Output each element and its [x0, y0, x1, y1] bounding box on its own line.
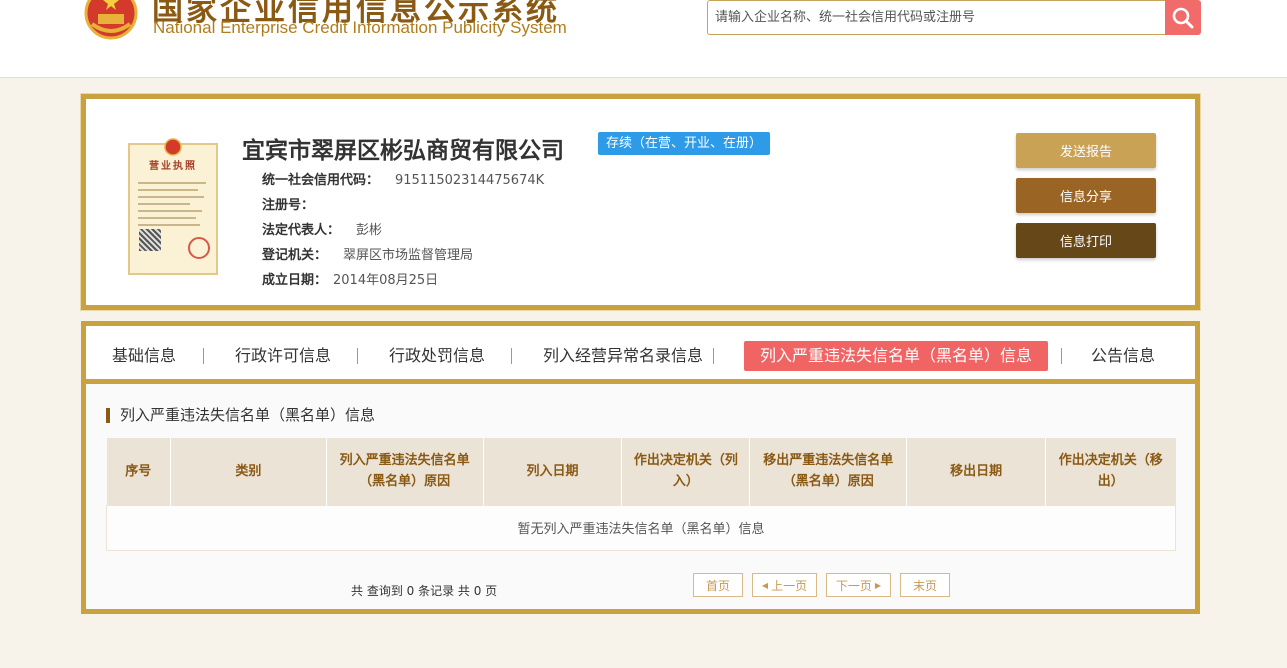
company-info-panel: 营业执照 宜宾市翠屏区彬弘商贸有限公司 存续（在营、开业、在册） 统一社会信用代…: [81, 94, 1200, 310]
tab-divider: [511, 348, 512, 364]
license-qr-code: [139, 229, 161, 251]
blacklist-section: 列入严重违法失信名单（黑名单）信息 序号 类别 列入严重违法失信名单（黑名单）原…: [86, 384, 1195, 609]
col-list-reason: 列入严重违法失信名单（黑名单）原因: [326, 438, 484, 505]
site-header: 国家企业信用信息公示系统 National Enterprise Credit …: [0, 0, 1287, 78]
table-row: 暂无列入严重违法失信名单（黑名单）信息: [106, 504, 1176, 551]
legal-rep-label: 法定代表人：: [262, 223, 341, 238]
tab-divider: [713, 348, 714, 364]
tab-basic-info[interactable]: 基础信息: [112, 341, 176, 371]
col-list-authority: 作出决定机关（列入）: [621, 438, 751, 505]
site-title-en: National Enterprise Credit Information P…: [153, 18, 567, 37]
prev-page-label: 上一页: [771, 578, 808, 593]
search-box: [707, 0, 1201, 35]
tab-divider: [203, 348, 204, 364]
credit-code-row: 统一社会信用代码： 91511502314475674K: [262, 169, 544, 188]
next-page-button[interactable]: 下一页 ▶: [826, 573, 891, 597]
col-remove-reason: 移出严重违法失信名单（黑名单）原因: [749, 438, 908, 505]
share-info-button[interactable]: 信息分享: [1016, 178, 1156, 213]
founded-date-row: 成立日期： 2014年08月25日: [262, 269, 438, 288]
blacklist-table: 序号 类别 列入严重违法失信名单（黑名单）原因 列入日期 作出决定机关（列入） …: [106, 438, 1176, 551]
chevron-right-icon: ▶: [874, 580, 882, 590]
reg-authority-row: 登记机关： 翠屏区市场监督管理局: [262, 244, 473, 263]
section-title: 列入严重违法失信名单（黑名单）信息: [106, 408, 375, 423]
col-remove-authority: 作出决定机关（移出）: [1045, 438, 1176, 505]
license-lines: [138, 177, 206, 231]
tab-bar: 基础信息 行政许可信息 行政处罚信息 列入经营异常名录信息 列入严重违法失信名单…: [86, 326, 1195, 384]
send-report-button[interactable]: 发送报告: [1016, 133, 1156, 168]
status-badge: 存续（在营、开业、在册）: [598, 132, 771, 155]
tab-abnormal-list[interactable]: 列入经营异常名录信息: [543, 341, 703, 371]
search-button[interactable]: [1165, 0, 1201, 35]
col-category: 类别: [170, 438, 327, 505]
tab-divider: [1061, 348, 1062, 364]
legal-rep-row: 法定代表人： 彭彬: [262, 219, 382, 238]
prev-page-button[interactable]: ◀ 上一页: [752, 573, 817, 597]
business-license-image[interactable]: 营业执照: [128, 138, 218, 275]
tab-blacklist[interactable]: 列入严重违法失信名单（黑名单）信息: [744, 341, 1049, 371]
license-emblem-icon: [164, 138, 182, 156]
table-header-row: 序号 类别 列入严重违法失信名单（黑名单）原因 列入日期 作出决定机关（列入） …: [106, 438, 1176, 505]
founded-date-label: 成立日期：: [262, 273, 328, 288]
tab-admin-license[interactable]: 行政许可信息: [235, 341, 331, 371]
national-emblem-icon: [84, 0, 138, 40]
next-page-label: 下一页: [835, 578, 872, 593]
search-icon: [1172, 7, 1194, 28]
legal-rep-value: 彭彬: [356, 223, 383, 238]
reg-authority-label: 登记机关：: [262, 248, 328, 263]
first-page-button[interactable]: 首页: [693, 573, 743, 597]
reg-authority-value: 翠屏区市场监督管理局: [343, 248, 474, 263]
license-seal-icon: [188, 237, 210, 259]
col-remove-date: 移出日期: [906, 438, 1047, 505]
founded-date-value: 2014年08月25日: [333, 273, 439, 288]
reg-number-label: 注册号：: [262, 198, 315, 213]
tab-admin-penalty[interactable]: 行政处罚信息: [389, 341, 485, 371]
col-index: 序号: [106, 438, 171, 505]
license-title: 营业执照: [149, 161, 197, 172]
tab-announcements[interactable]: 公告信息: [1091, 341, 1155, 371]
chevron-left-icon: ◀: [761, 580, 769, 590]
credit-code-value: 91511502314475674K: [395, 173, 545, 188]
print-info-button[interactable]: 信息打印: [1016, 223, 1156, 258]
tab-divider: [357, 348, 358, 364]
empty-table-message: 暂无列入严重违法失信名单（黑名单）信息: [106, 504, 1176, 551]
credit-code-label: 统一社会信用代码：: [262, 173, 380, 188]
last-page-button[interactable]: 末页: [900, 573, 950, 597]
col-list-date: 列入日期: [483, 438, 623, 505]
pagination-summary: 共 查询到 0 条记录 共 0 页: [351, 584, 498, 598]
search-input[interactable]: [707, 0, 1169, 35]
reg-number-row: 注册号：: [262, 194, 330, 213]
detail-tabs-panel: 基础信息 行政许可信息 行政处罚信息 列入经营异常名录信息 列入严重违法失信名单…: [81, 321, 1200, 614]
company-name: 宜宾市翠屏区彬弘商贸有限公司: [242, 138, 564, 164]
